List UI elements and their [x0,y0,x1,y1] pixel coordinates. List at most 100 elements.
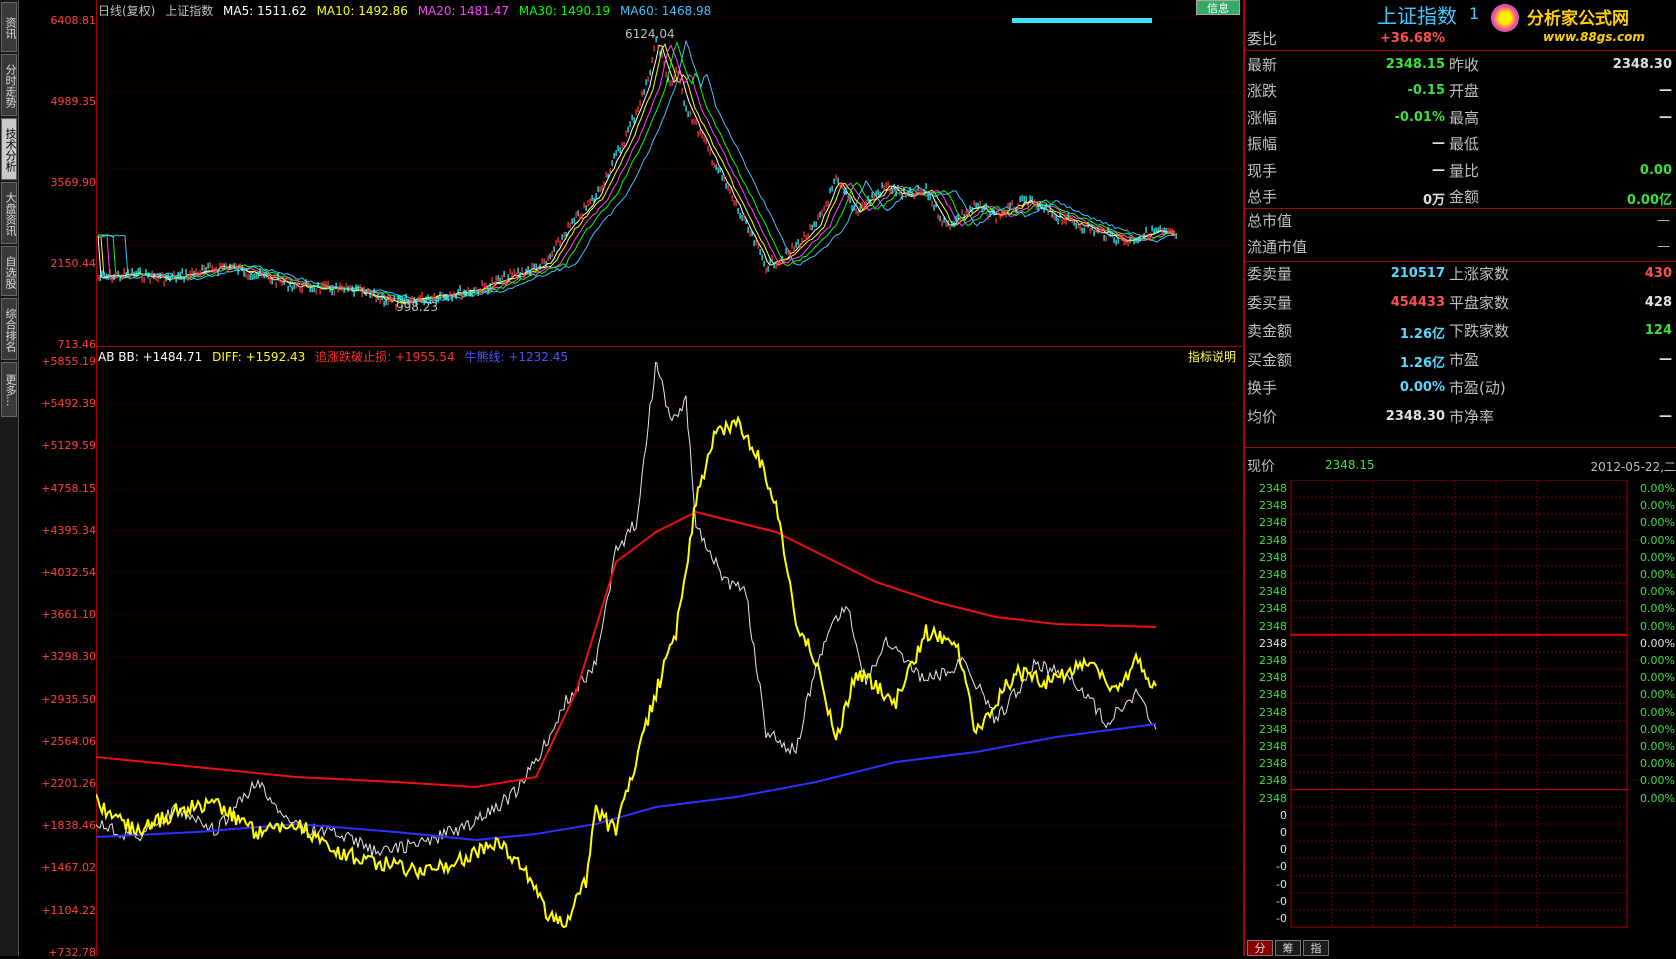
candle [271,278,273,285]
weibi-label: 委比 [1247,30,1278,48]
quote-date: 2012-05-22,二 [1590,460,1676,474]
tab-technical[interactable]: 技术分析 [1,118,17,180]
candle [213,267,215,274]
candle [513,268,515,275]
cap-float-label: 流通市值 [1247,238,1308,256]
candle [987,213,989,220]
tab-ranking[interactable]: 综合排名 [1,298,17,360]
candle [795,241,797,248]
candle [255,272,257,279]
candle [871,192,873,199]
candle [571,218,573,225]
candle [489,282,491,289]
candle [137,268,139,275]
candle [365,290,367,297]
quote-value: — [1659,83,1672,99]
candle [863,203,865,210]
candle [851,205,853,212]
tab-news[interactable]: 资讯 [1,2,17,52]
candle [839,182,841,189]
price-chart[interactable] [96,16,1242,346]
candle [1169,227,1171,234]
left-tab-strip: 资讯 分时走势 技术分析 大盘资讯 自选股 综合排名 更多... [0,0,19,956]
candle [1091,224,1093,231]
candle [329,286,331,293]
separator [1245,261,1676,262]
quote-value: 124 [1644,323,1672,338]
candle [695,118,697,125]
candle [907,190,909,197]
candle [545,260,547,267]
candle [569,222,571,229]
candle [921,188,923,195]
candle [589,198,591,205]
candle [1081,227,1083,234]
candle [1155,227,1157,234]
price-value: 2348.15 [1325,458,1375,472]
candle [671,80,673,87]
candle [443,293,445,300]
tab-watchlist[interactable]: 自选股 [1,246,17,296]
candle [745,218,747,225]
candle [611,160,613,167]
candle [755,238,757,245]
candle [1037,205,1039,212]
bottom-tab-indicator[interactable]: 指 [1303,940,1329,956]
candle [297,279,299,286]
candle [791,242,793,249]
indicator-ytick: +3661.10 [41,608,96,622]
tab-intraday[interactable]: 分时走势 [1,54,17,116]
candle [879,191,881,198]
candle [1165,227,1167,234]
quote-label: 现手 [1247,161,1278,180]
candle [235,263,237,270]
candle [1095,226,1097,233]
candle [719,166,721,173]
candle [909,187,911,194]
bottom-tab-minute[interactable]: 分 [1247,940,1273,956]
candle [653,45,655,52]
candle [1105,235,1107,242]
candle [647,76,649,83]
candle [343,286,345,293]
indicator-chart[interactable] [96,362,1242,956]
candle [253,273,255,280]
candle [1127,240,1129,247]
candle [457,289,459,296]
quote-value: 428 [1644,294,1672,310]
candle [841,183,843,190]
candle [173,270,175,277]
candle [861,201,863,208]
range-scrollbar[interactable] [1012,18,1152,23]
candle [363,286,365,293]
candle [951,220,953,227]
candle [747,226,749,233]
candle [559,240,561,247]
separator [1245,50,1676,51]
candle [781,255,783,262]
indicator-ytick: +5492.39 [41,397,96,411]
candle [369,291,371,298]
depth-pct: 0.00% [1640,568,1675,581]
candle [683,100,685,107]
candle [463,289,465,296]
bottom-tab-chips[interactable]: 筹 [1275,940,1301,956]
candle [715,164,717,171]
candle [833,178,835,185]
candle [295,282,297,289]
candle [917,185,919,192]
candle [511,271,513,278]
candle [539,263,541,270]
info-button[interactable]: 信息 [1196,0,1240,15]
candle [963,213,965,220]
candle [241,265,243,272]
candle [529,269,531,276]
candle [553,246,555,253]
candle [911,191,913,198]
candle [187,275,189,282]
tab-more[interactable]: 更多... [1,362,17,417]
candle [1115,239,1117,246]
candle [531,262,533,269]
quote-value: — [1659,109,1672,125]
tab-market-news[interactable]: 大盘资讯 [1,182,17,244]
